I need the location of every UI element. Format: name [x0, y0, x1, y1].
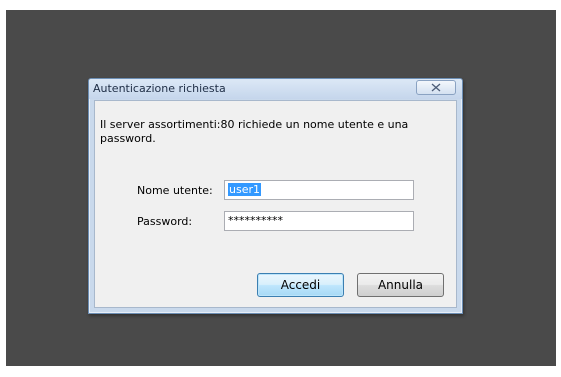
auth-dialog: Autenticazione richiesta Il server assor… [88, 78, 463, 314]
dialog-body: Il server assortimenti:80 richiede un no… [94, 100, 457, 308]
username-label: Nome utente: [137, 184, 213, 197]
accedi-button[interactable]: Accedi [257, 273, 344, 297]
annulla-button[interactable]: Annulla [357, 273, 444, 297]
username-value: user1 [228, 183, 261, 196]
password-label: Password: [137, 215, 193, 228]
username-field[interactable]: user1 [224, 180, 414, 200]
password-field[interactable]: ********** [224, 211, 414, 231]
close-button[interactable] [416, 80, 456, 95]
password-value: ********** [228, 214, 283, 227]
close-icon [431, 83, 441, 92]
dialog-title: Autenticazione richiesta [93, 82, 226, 95]
dialog-titlebar[interactable]: Autenticazione richiesta [89, 79, 462, 99]
dialog-message: Il server assortimenti:80 richiede un no… [100, 118, 409, 145]
